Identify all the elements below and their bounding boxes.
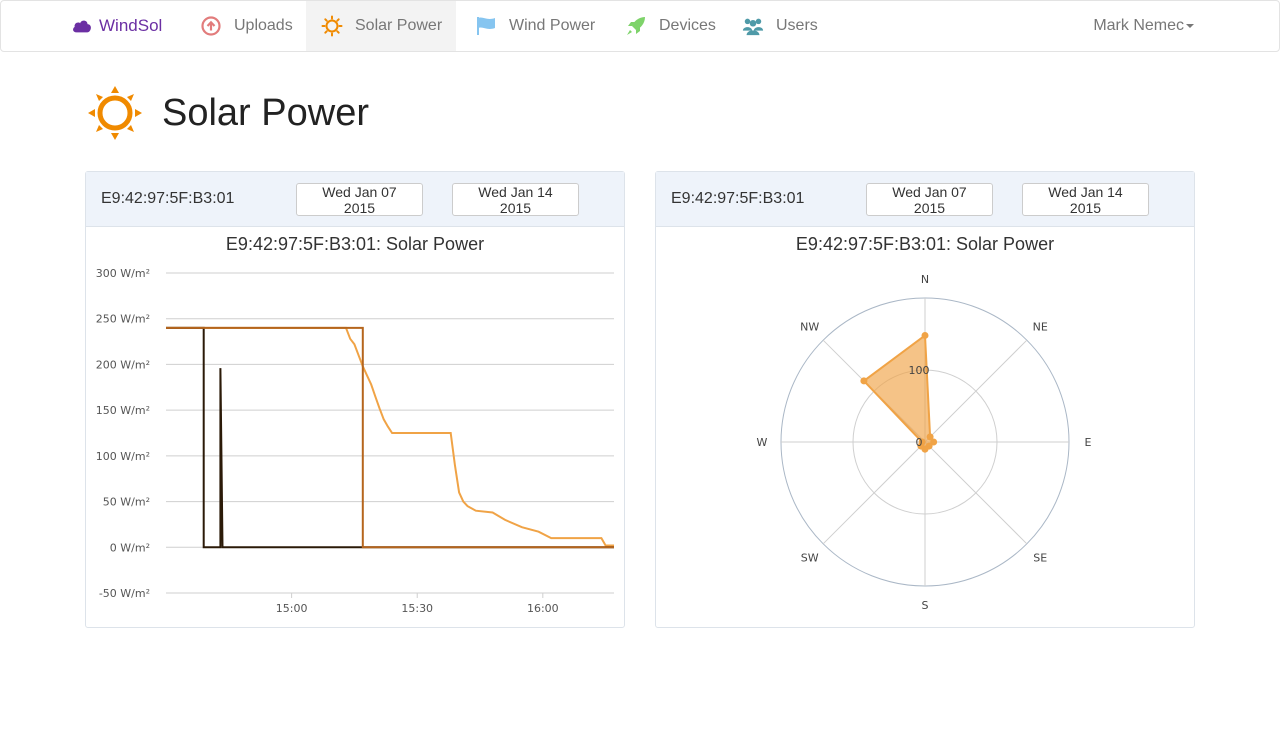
- y-tick-label: 200 W/m²: [96, 358, 150, 371]
- radial-tick-label: 0: [916, 436, 923, 449]
- line-chart-panel: E9:42:97:5F:B3:01 Wed Jan 07 2015 Wed Ja…: [85, 171, 625, 628]
- page-header: Solar Power: [88, 86, 369, 140]
- y-tick-label: 300 W/m²: [96, 267, 150, 280]
- users-icon: [742, 18, 764, 36]
- radial-tick-label: 100: [909, 364, 930, 377]
- direction-label: SE: [1033, 551, 1047, 564]
- end-date-button[interactable]: Wed Jan 14 2015: [1022, 183, 1149, 216]
- series-line: [166, 326, 614, 549]
- brand-link[interactable]: WindSol: [71, 1, 162, 51]
- spoke: [924, 339, 1028, 443]
- user-name: Mark Nemec: [1093, 17, 1184, 34]
- series-line: [166, 326, 614, 547]
- sun-icon: [88, 86, 142, 140]
- rocket-icon: [627, 17, 645, 35]
- polar-chart-panel: E9:42:97:5F:B3:01 Wed Jan 07 2015 Wed Ja…: [655, 171, 1195, 628]
- y-tick-label: 150 W/m²: [96, 404, 150, 417]
- end-date-button[interactable]: Wed Jan 14 2015: [452, 183, 579, 216]
- series-area: [862, 333, 935, 451]
- y-tick-label: 250 W/m²: [96, 313, 150, 326]
- direction-label: E: [1085, 436, 1092, 449]
- nav-item-wind-power[interactable]: Wind Power: [463, 1, 603, 51]
- panel-heading: E9:42:97:5F:B3:01 Wed Jan 07 2015 Wed Ja…: [656, 172, 1194, 227]
- y-tick-label: 0 W/m²: [110, 541, 150, 554]
- flag-icon: [477, 17, 495, 35]
- nav-item-uploads[interactable]: Uploads: [187, 1, 305, 51]
- series-line: [166, 326, 614, 549]
- polar-chart: N NE E SE S SW W NW 0 100: [757, 273, 1092, 612]
- nav-item-users[interactable]: Users: [732, 1, 842, 51]
- direction-label: NW: [800, 321, 819, 334]
- start-date-button[interactable]: Wed Jan 07 2015: [296, 183, 423, 216]
- start-date-button[interactable]: Wed Jan 07 2015: [866, 183, 993, 216]
- caret-down-icon: [1186, 24, 1194, 28]
- nav-label: Devices: [659, 17, 716, 34]
- brand-label: WindSol: [99, 16, 163, 35]
- nav-label: Wind Power: [509, 17, 596, 34]
- nav-label: Solar Power: [355, 17, 443, 34]
- x-tick-label: 16:00: [527, 602, 559, 615]
- x-tick-label: 15:00: [276, 602, 308, 615]
- upload-icon: [201, 16, 221, 36]
- nav-label: Users: [776, 17, 818, 34]
- page-title: Solar Power: [162, 91, 369, 134]
- line-chart: -50 W/m² 0 W/m² 50 W/m² 100 W/m² 150 W/m² 200…: [96, 267, 614, 615]
- nav-item-solar-power[interactable]: Solar Power: [306, 1, 456, 51]
- nav-item-devices[interactable]: Devices: [613, 1, 728, 51]
- user-menu[interactable]: Mark Nemec: [1093, 1, 1194, 51]
- spoke: [924, 441, 1028, 545]
- y-tick-label: 100 W/m²: [96, 450, 150, 463]
- y-tick-label: -50 W/m²: [99, 587, 150, 600]
- device-id: E9:42:97:5F:B3:01: [671, 190, 805, 207]
- panel-heading: E9:42:97:5F:B3:01 Wed Jan 07 2015 Wed Ja…: [86, 172, 624, 227]
- navbar: WindSol Uploads Solar Power Wind Power D…: [0, 0, 1280, 52]
- direction-label: NE: [1033, 321, 1048, 334]
- nav-label: Uploads: [234, 17, 293, 34]
- direction-label: SW: [801, 551, 819, 564]
- data-point: [860, 377, 868, 385]
- direction-label: S: [922, 599, 929, 612]
- spoke: [822, 441, 926, 545]
- device-id: E9:42:97:5F:B3:01: [101, 190, 235, 207]
- x-tick-label: 15:30: [401, 602, 433, 615]
- data-point: [921, 331, 929, 339]
- cloud-icon: [73, 20, 91, 33]
- direction-label: N: [921, 273, 929, 286]
- sun-icon: [321, 15, 343, 37]
- y-tick-label: 50 W/m²: [103, 496, 150, 509]
- direction-label: W: [757, 436, 768, 449]
